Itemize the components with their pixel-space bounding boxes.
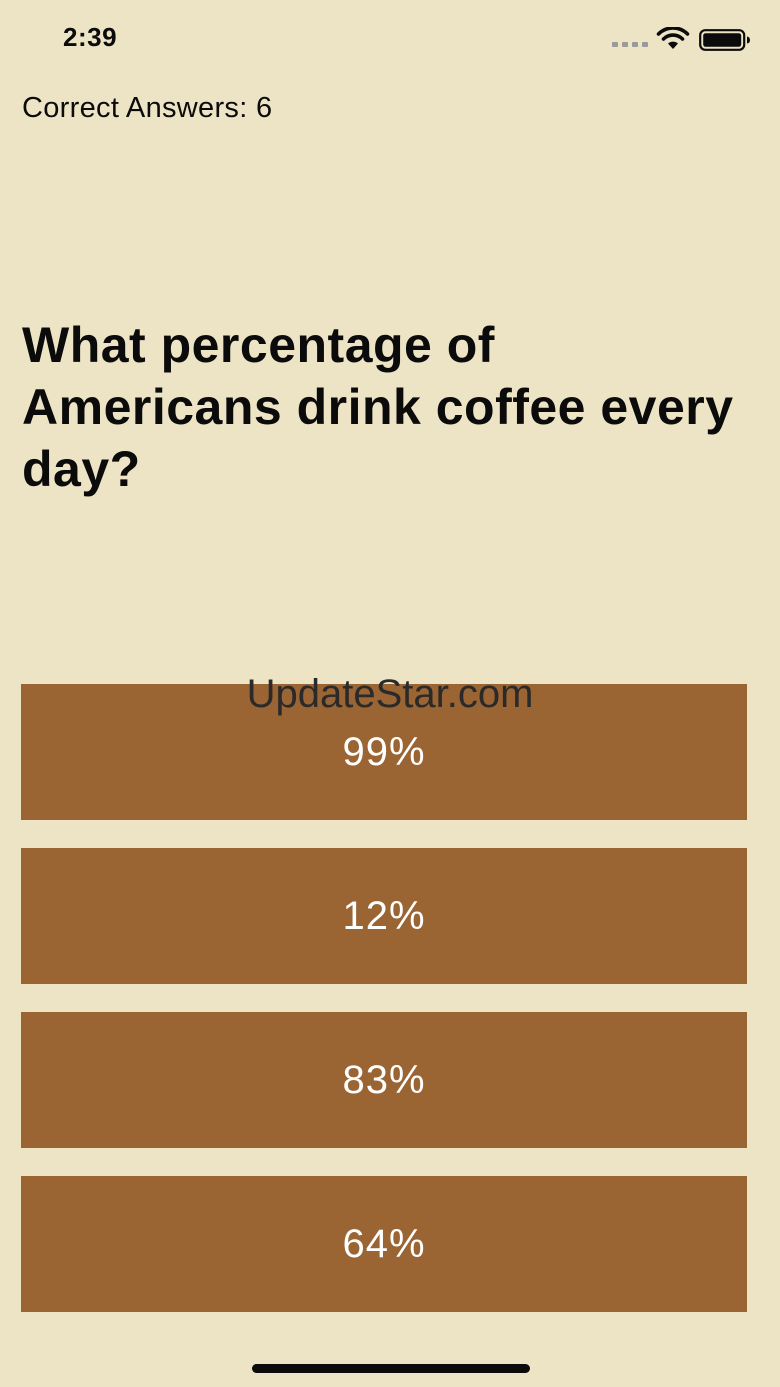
answer-button-3[interactable]: 83% (21, 1012, 747, 1148)
home-indicator[interactable] (252, 1364, 530, 1373)
status-time: 2:39 (63, 22, 118, 52)
correct-answers-counter: Correct Answers: 6 (22, 92, 273, 124)
answer-button-4[interactable]: 64% (21, 1176, 747, 1312)
question-text: What percentage of Americans drink coffe… (22, 317, 734, 497)
answer-list: 99% 12% 83% 64% (21, 684, 747, 1340)
answer-button-1[interactable]: 99% (21, 684, 747, 820)
wifi-icon (656, 27, 690, 49)
answer-button-2[interactable]: 12% (21, 848, 747, 984)
signal-icon (612, 42, 648, 48)
status-bar: 2:39 (0, 0, 780, 80)
battery-icon (699, 29, 750, 51)
